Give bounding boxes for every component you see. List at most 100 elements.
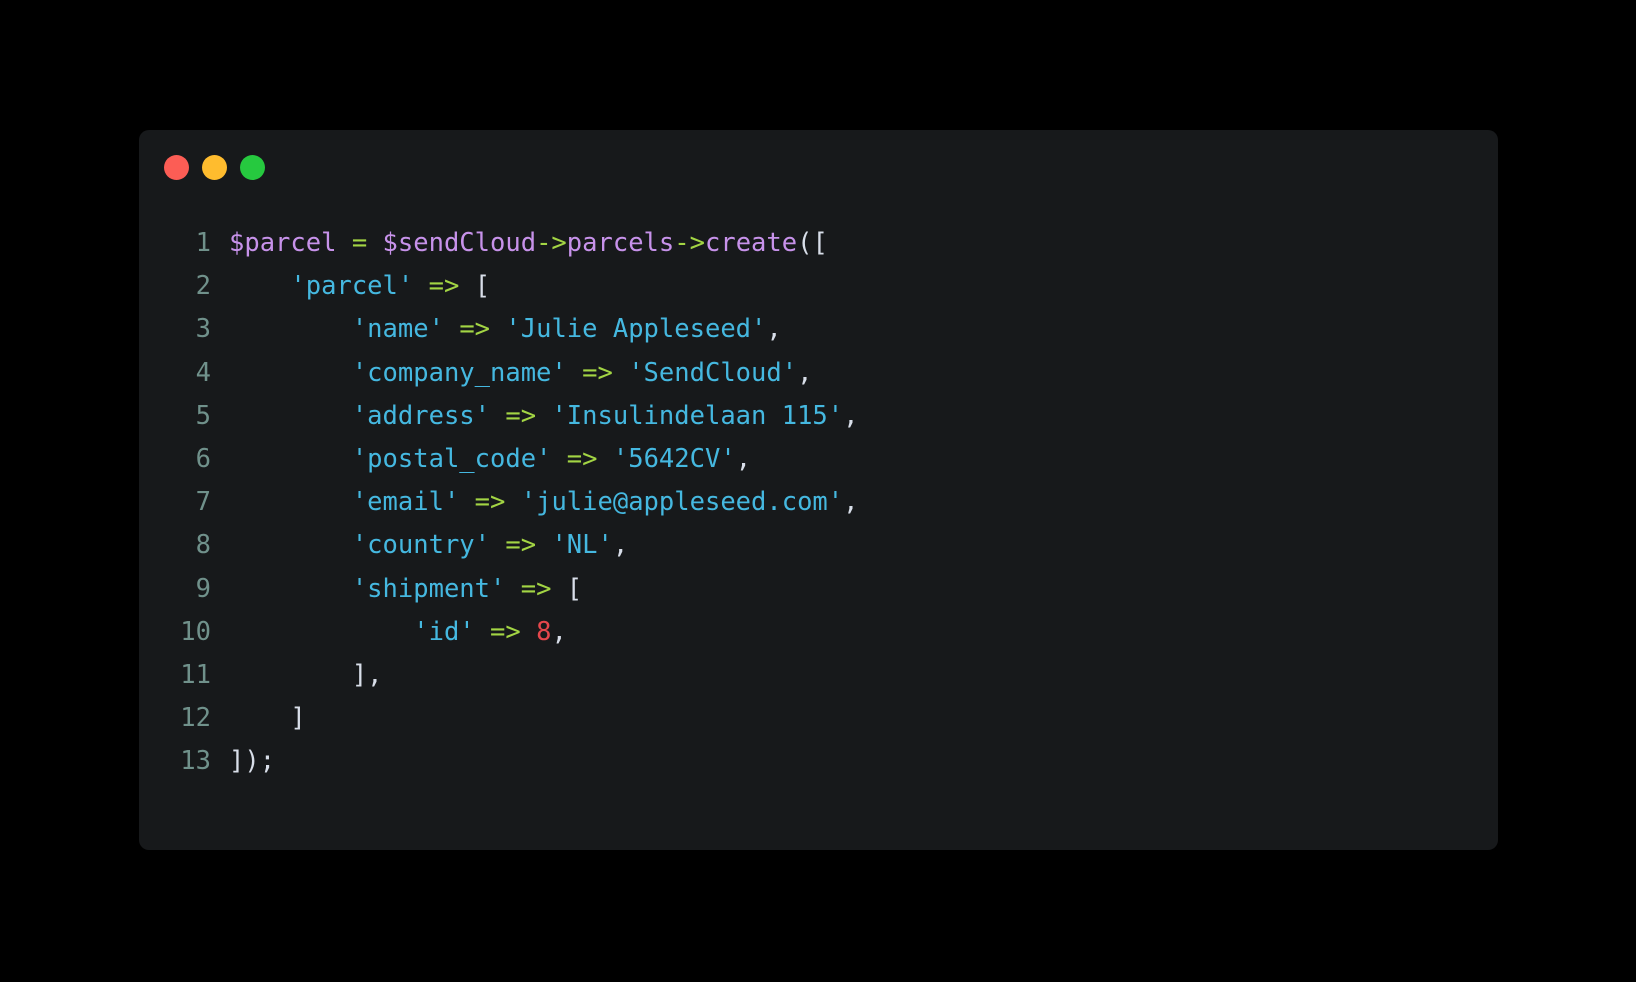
line-content[interactable]: ] bbox=[211, 697, 859, 740]
line-number: 5 bbox=[195, 400, 211, 431]
line-number: 7 bbox=[195, 487, 211, 518]
code-line: 12 ] bbox=[139, 697, 859, 740]
token-punct: ], bbox=[351, 660, 383, 691]
token-arrow: => bbox=[582, 357, 613, 388]
token-arrow: => bbox=[459, 314, 491, 345]
line-content[interactable]: ], bbox=[211, 654, 859, 697]
code-body: 1 $parcel = $sendCloud->parcels->create([… bbox=[139, 204, 1498, 784]
line-content[interactable]: 'company_name' => 'SendCloud', bbox=[211, 352, 859, 395]
token-string: 'email' bbox=[351, 487, 460, 518]
line-number: 12 bbox=[180, 703, 211, 734]
line-number: 11 bbox=[180, 660, 211, 691]
close-window-button[interactable] bbox=[164, 154, 189, 180]
token-arrow: => bbox=[520, 573, 552, 604]
token-string: 'company_name' bbox=[351, 357, 567, 388]
token-var: $sendCloud bbox=[382, 228, 537, 258]
token-method: create bbox=[704, 228, 798, 258]
line-content[interactable]: 'parcel' => [ bbox=[211, 265, 859, 308]
code-line: 9 'shipment' => [ bbox=[139, 568, 859, 611]
token-string: 'NL' bbox=[551, 530, 613, 561]
code-line: 8 'country' => 'NL', bbox=[139, 524, 859, 567]
token-punct: , bbox=[735, 444, 752, 475]
token-string: 'id' bbox=[413, 616, 475, 647]
token-number: 8 bbox=[536, 616, 552, 647]
token-string: 'julie@appleseed.com' bbox=[520, 487, 844, 518]
code-line: 1 $parcel = $sendCloud->parcels->create([ bbox=[139, 222, 859, 265]
line-content[interactable]: 'country' => 'NL', bbox=[211, 524, 859, 567]
window-titlebar bbox=[139, 130, 1498, 204]
line-number: 1 bbox=[195, 228, 211, 258]
token-punct: ]); bbox=[229, 746, 276, 777]
code-line: 11 ], bbox=[139, 654, 859, 697]
token-arrow: => bbox=[566, 444, 598, 475]
line-number: 3 bbox=[195, 314, 211, 345]
token-punct: ] bbox=[290, 703, 306, 734]
token-string: 'Julie Appleseed' bbox=[505, 314, 767, 345]
token-arrow: => bbox=[474, 487, 506, 518]
token-arrow: => bbox=[505, 400, 537, 431]
token-arrow: -> bbox=[536, 228, 567, 258]
maximize-window-button[interactable] bbox=[240, 154, 265, 180]
line-content[interactable]: 'email' => 'julie@appleseed.com', bbox=[211, 481, 859, 524]
token-punct: , bbox=[612, 530, 629, 561]
page-root: 1 $parcel = $sendCloud->parcels->create([… bbox=[0, 0, 1636, 982]
code-snippet-window: 1 $parcel = $sendCloud->parcels->create([… bbox=[139, 130, 1498, 850]
line-content[interactable]: 'id' => 8, bbox=[211, 611, 859, 654]
line-content[interactable]: 'name' => 'Julie Appleseed', bbox=[211, 308, 859, 351]
token-string: 'address' bbox=[351, 400, 490, 431]
line-content[interactable]: ]); bbox=[211, 740, 859, 783]
line-number: 13 bbox=[180, 746, 211, 777]
line-number: 4 bbox=[195, 357, 211, 388]
code-line: 6 'postal_code' => '5642CV', bbox=[139, 438, 859, 481]
token-method: parcels bbox=[566, 228, 675, 258]
line-content[interactable]: 'shipment' => [ bbox=[211, 568, 859, 611]
token-punct: , bbox=[797, 357, 813, 388]
line-content[interactable]: 'address' => 'Insulindelaan 115', bbox=[211, 395, 859, 438]
token-var: $parcel bbox=[229, 228, 337, 258]
token-arrow: => bbox=[428, 271, 460, 302]
line-number: 9 bbox=[195, 573, 211, 604]
token-op: = bbox=[351, 228, 368, 258]
code-line: 13]); bbox=[139, 740, 859, 783]
token-string: 'parcel' bbox=[290, 271, 414, 302]
code-line: 7 'email' => 'julie@appleseed.com', bbox=[139, 481, 859, 524]
token-arrow: => bbox=[490, 616, 521, 647]
line-number: 2 bbox=[195, 271, 211, 302]
code-line: 2 'parcel' => [ bbox=[139, 265, 859, 308]
minimize-window-button[interactable] bbox=[202, 154, 227, 180]
line-content[interactable]: 'postal_code' => '5642CV', bbox=[211, 438, 859, 481]
token-punct: , bbox=[551, 616, 567, 647]
token-punct: ([ bbox=[797, 228, 828, 258]
line-content[interactable]: $parcel = $sendCloud->parcels->create([ bbox=[211, 222, 859, 265]
token-string: 'name' bbox=[351, 314, 444, 345]
code-line: 10 'id' => 8, bbox=[139, 611, 859, 654]
line-number: 6 bbox=[195, 444, 211, 475]
token-punct: [ bbox=[474, 271, 491, 302]
